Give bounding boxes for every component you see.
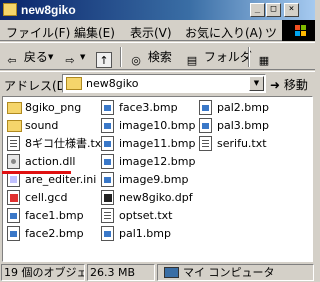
toolbar-separator [248, 47, 250, 67]
up-folder-button[interactable]: ↑ [96, 48, 112, 68]
back-button[interactable]: ⇦ 戻る [4, 48, 48, 67]
dpf-file-icon [101, 190, 114, 205]
windows-logo-icon [282, 20, 315, 41]
file-name: image10.bmp [119, 119, 196, 132]
folder-icon [7, 120, 22, 132]
menu-bar: ファイル(F) 編集(E) 表示(V) お気に入り(A) ツ [0, 20, 315, 41]
file-name: serifu.txt [217, 137, 267, 150]
back-label: 戻る [23, 50, 48, 64]
status-bar: 19 個のオブジェクト 26.3 MB マイ コンピュータ [0, 263, 315, 282]
status-location-label: マイ コンピュータ [183, 266, 275, 279]
file-name: cell.gcd [25, 191, 68, 204]
file-name: face1.bmp [25, 209, 84, 222]
bitmap-file-icon [101, 172, 114, 187]
search-label: 検索 [147, 50, 172, 64]
title-bar[interactable]: new8giko _ □ × [0, 0, 315, 20]
folders-label: フォルダ [203, 50, 252, 64]
address-value: new8giko [86, 77, 139, 90]
toolbar: ⇦ 戻る ▼ ⇨ ▼ ↑ ◎ 検索 ▤ フォルダ ▦ [0, 42, 315, 70]
menu-edit[interactable]: 編集(E) [74, 24, 115, 41]
address-label: アドレス(D) [4, 79, 71, 93]
menu-favorites[interactable]: お気に入り(A) [185, 24, 263, 41]
folder-icon [3, 3, 17, 16]
status-size: 26.3 MB [87, 264, 155, 281]
file-name: image11.bmp [119, 137, 196, 150]
file-name: new8giko.dpf [119, 191, 193, 204]
views-icon: ▦ [258, 54, 270, 67]
status-object-count: 19 個のオブジェクト [1, 264, 85, 281]
my-computer-icon [164, 267, 179, 278]
bitmap-file-icon [199, 118, 212, 133]
file-name: pal3.bmp [217, 119, 269, 132]
views-button[interactable]: ▦ [256, 48, 272, 67]
up-folder-icon: ↑ [96, 52, 112, 68]
file-name: face3.bmp [119, 101, 178, 114]
address-input[interactable]: new8giko ▼ [62, 74, 266, 93]
file-name: action.dll [25, 155, 76, 168]
file-name: 8giko_png [25, 101, 82, 114]
bitmap-file-icon [101, 118, 114, 133]
bitmap-file-icon [101, 136, 114, 151]
address-bar: アドレス(D) new8giko ▼ ➜ 移動 [0, 71, 315, 95]
bitmap-file-icon [101, 154, 114, 169]
file-name: optset.txt [119, 209, 173, 222]
file-name: 8ギコ仕様書.txt [25, 137, 106, 150]
file-name: image9.bmp [119, 173, 189, 186]
bitmap-file-icon [101, 100, 114, 115]
forward-arrow-icon: ⇨ [65, 54, 75, 67]
file-name: sound [25, 119, 59, 132]
bitmap-file-icon [7, 208, 20, 223]
go-arrow-icon: ➜ [270, 78, 281, 92]
highlight-underline [2, 171, 71, 174]
status-location: マイ コンピュータ [157, 264, 314, 281]
go-button[interactable]: ➜ 移動 [270, 76, 308, 93]
chevron-down-icon[interactable]: ▼ [249, 76, 264, 91]
forward-button[interactable]: ⇨ [62, 48, 78, 67]
menu-view[interactable]: 表示(V) [130, 24, 172, 41]
maximize-button[interactable]: □ [266, 3, 281, 17]
file-list[interactable]: 8giko_png sound 8ギコ仕様書.txt action.dll ar… [2, 96, 313, 262]
toolbar-separator [120, 47, 122, 67]
text-file-icon [199, 136, 212, 151]
minimize-button[interactable]: _ [250, 3, 265, 17]
folder-icon [7, 102, 22, 114]
search-button[interactable]: ◎ 検索 [128, 48, 172, 67]
bitmap-file-icon [101, 226, 114, 241]
dll-file-icon [7, 154, 20, 169]
menu-tools[interactable]: ツ [265, 24, 277, 41]
file-name: image12.bmp [119, 155, 196, 168]
window-title: new8giko [21, 3, 76, 17]
back-arrow-icon: ⇦ [7, 54, 17, 67]
forward-dropdown-chevron-icon[interactable]: ▼ [80, 48, 85, 66]
close-button[interactable]: × [284, 3, 299, 17]
text-file-icon [7, 136, 20, 151]
bitmap-file-icon [199, 100, 212, 115]
folders-button[interactable]: ▤ フォルダ [184, 48, 252, 67]
file-name: pal2.bmp [217, 101, 269, 114]
menu-file[interactable]: ファイル(F) [6, 24, 70, 41]
go-label: 移動 [283, 78, 308, 92]
bitmap-file-icon [7, 226, 20, 241]
folders-icon: ▤ [186, 54, 198, 67]
search-icon: ◎ [131, 54, 141, 67]
file-name: face2.bmp [25, 227, 84, 240]
ini-file-icon [7, 172, 20, 187]
text-file-icon [101, 208, 114, 223]
file-name: pal1.bmp [119, 227, 171, 240]
back-dropdown-chevron-icon[interactable]: ▼ [48, 48, 53, 66]
folder-icon [66, 77, 82, 90]
gcd-file-icon [7, 190, 20, 205]
